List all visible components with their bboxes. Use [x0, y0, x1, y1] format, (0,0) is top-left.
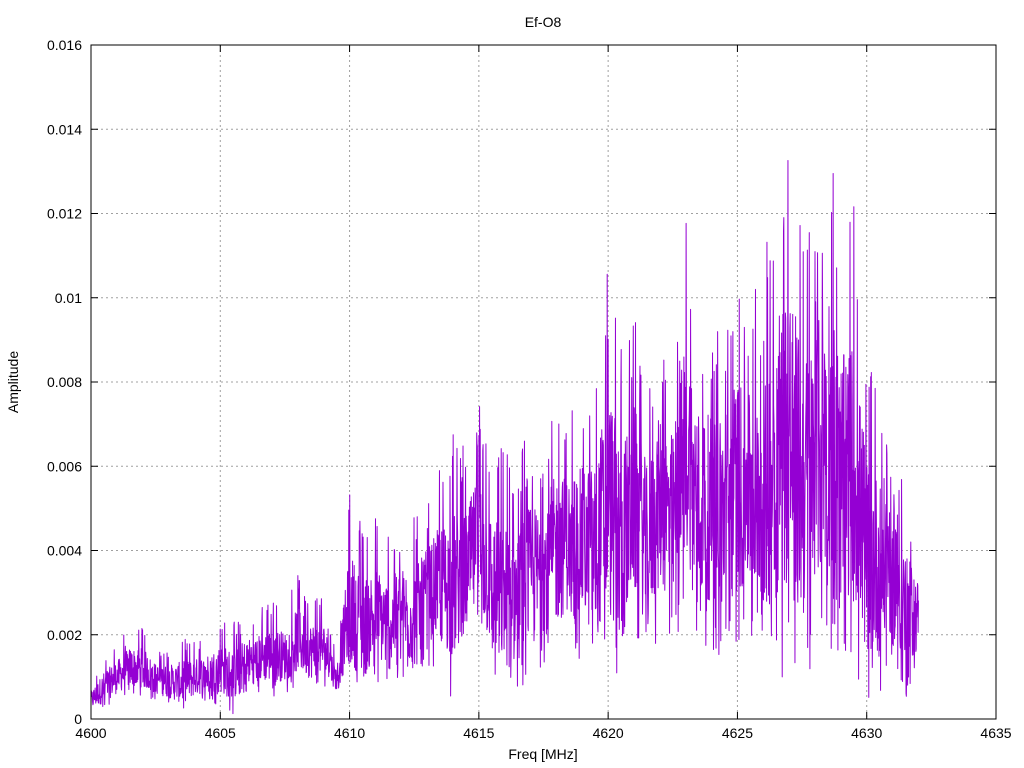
y-tick-label: 0.008	[47, 374, 82, 390]
x-axis-label: Freq [MHz]	[508, 746, 577, 762]
y-tick-label: 0.006	[47, 458, 82, 474]
y-tick-label: 0.01	[55, 290, 82, 306]
x-tick-label: 4635	[980, 725, 1011, 741]
y-tick-label: 0.004	[47, 543, 82, 559]
chart: 4600 4605 4610 4615 4620 4625 4630 4635 00.0020…	[5, 14, 1012, 762]
y-tick-label: 0.014	[47, 121, 82, 137]
x-tick-label: 4610	[334, 725, 365, 741]
y-tick-label: 0.002	[47, 627, 82, 643]
y-tick-label: 0	[74, 711, 82, 727]
series-layer	[90, 159, 919, 715]
x-tick-label: 4630	[851, 725, 882, 741]
y-axis-label: Amplitude	[5, 351, 21, 413]
x-tick-label: 4615	[463, 725, 494, 741]
y-tick-labels: 0 0.002 0.004 0.006 0.008 0.01 0.012 0.014 0.016	[47, 37, 82, 727]
x-tick-label: 4625	[722, 725, 753, 741]
amplitude-series-line	[90, 159, 919, 715]
x-tick-label: 4620	[593, 725, 624, 741]
y-tick-label: 0.016	[47, 37, 82, 53]
y-tick-label: 0.012	[47, 206, 82, 222]
x-tick-labels: 4600 4605 4610 4615 4620 4625 4630 4635	[75, 725, 1011, 741]
x-tick-label: 4605	[205, 725, 236, 741]
chart-title: Ef-O8	[525, 14, 562, 30]
x-tick-label: 4600	[75, 725, 106, 741]
